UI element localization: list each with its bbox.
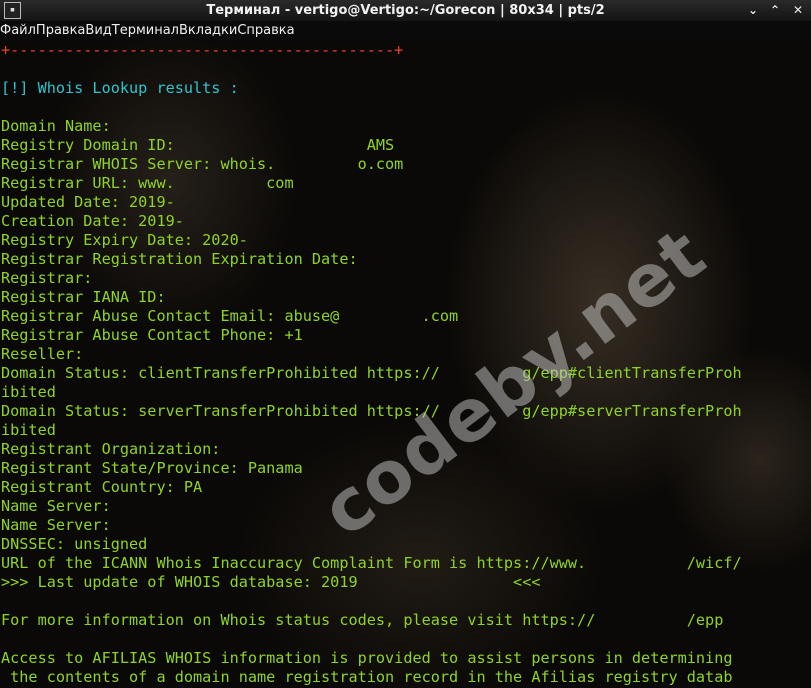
terminal-line: Registrant State/Province: Panama — [1, 459, 303, 477]
menu-file[interactable]: Файл — [0, 23, 36, 38]
terminal-line: For more information on Whois status cod… — [1, 611, 724, 629]
window-title: Терминал - vertigo@Vertigo:~/Gorecon | 8… — [206, 3, 605, 18]
close-icon[interactable]: ✕ — [789, 2, 807, 18]
menu-list: Файл Правка Вид Терминал Вкладки Справка — [0, 21, 811, 40]
terminal-line: Registrar WHOIS Server: whois. o.com — [1, 155, 404, 173]
terminal-line: Registrar Registration Expiration Date: — [1, 250, 358, 268]
terminal-line: Registrar: — [1, 269, 93, 287]
terminal-line: the contents of a domain name registrati… — [1, 668, 733, 686]
menu-view[interactable]: Вид — [85, 23, 111, 38]
menu-tabs[interactable]: Вкладки — [179, 23, 237, 38]
terminal-line: [!] Whois Lookup results : — [1, 79, 239, 97]
terminal-output[interactable]: +---------------------------------------… — [1, 41, 811, 687]
terminal-line: Creation Date: 2019- — [1, 212, 184, 230]
menubar: Файл Правка Вид Терминал Вкладки Справка — [0, 21, 811, 40]
terminal-line: Domain Status: clientTransferProhibited … — [1, 364, 742, 382]
terminal-line: Name Server: — [1, 497, 111, 515]
terminal-line: +---------------------------------------… — [1, 41, 404, 59]
terminal-line: Access to AFILIAS WHOIS information is p… — [1, 649, 733, 667]
menu-help[interactable]: Справка — [237, 23, 294, 38]
terminal-line: DNSSEC: unsigned — [1, 535, 148, 553]
terminal-line: URL of the ICANN Whois Inaccuracy Compla… — [1, 554, 742, 572]
terminal-line: Registrar IANA ID: — [1, 288, 166, 306]
terminal-line: Registrant Country: PA — [1, 478, 203, 496]
terminal-line: ibited — [1, 383, 56, 401]
terminal-line: ibited — [1, 421, 56, 439]
terminal-line: >>> Last update of WHOIS database: 2019 … — [1, 573, 541, 591]
terminal-line: Name Server: — [1, 516, 111, 534]
maximize-icon[interactable]: ⌃ — [766, 2, 784, 18]
terminal-line: Registrar Abuse Contact Email: abuse@ .c… — [1, 307, 459, 325]
terminal-line: Domain Name: — [1, 117, 111, 135]
terminal-line: Registrant Organization: — [1, 440, 221, 458]
minimize-icon[interactable]: ⌄ — [744, 2, 762, 18]
terminal-line: Reseller: — [1, 345, 84, 363]
terminal-line: Registrar URL: www. com — [1, 174, 294, 192]
terminal-line: Registry Domain ID: AMS — [1, 136, 395, 154]
menu-terminal[interactable]: Терминал — [112, 23, 179, 38]
terminal-line: Domain Status: serverTransferProhibited … — [1, 402, 742, 420]
menu-edit[interactable]: Правка — [36, 23, 85, 38]
terminal-line: Registrar Abuse Contact Phone: +1 — [1, 326, 303, 344]
window-titlebar[interactable]: ▪ Терминал - vertigo@Vertigo:~/Gorecon |… — [0, 0, 811, 21]
terminal-line: Registry Expiry Date: 2020- — [1, 231, 248, 249]
terminal-line: Updated Date: 2019- — [1, 193, 175, 211]
